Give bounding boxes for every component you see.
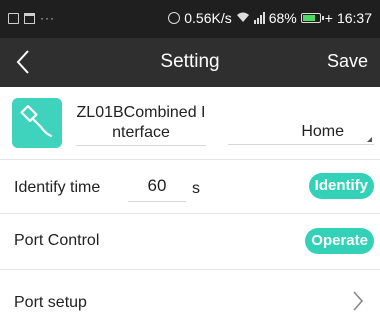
room-select-underline: [228, 144, 374, 145]
network-speed: 0.56K/s: [184, 10, 232, 26]
nav-bar: Setting Save: [0, 38, 380, 87]
status-bar: ··· 0.56K/s 68% + 16:37: [0, 0, 380, 38]
operate-button[interactable]: Operate: [305, 228, 374, 254]
device-name-underline: [76, 145, 206, 146]
identify-row: Identify time 60 s Identify: [0, 160, 380, 213]
chevron-right-icon: [352, 290, 364, 312]
room-select-value: Home: [301, 123, 344, 140]
identify-button[interactable]: Identify: [308, 173, 374, 199]
chevron-left-icon: [16, 50, 29, 74]
port-control-label: Port Control: [14, 232, 100, 249]
device-header: ZL01BCombined Interface Home: [0, 87, 380, 159]
device-name-input[interactable]: ZL01BCombined Interface: [76, 103, 206, 143]
room-select[interactable]: Home: [228, 111, 374, 145]
identify-time-label: Identify time: [14, 179, 101, 196]
battery-level: [302, 15, 315, 21]
port-setup-row[interactable]: Port setup: [0, 270, 380, 333]
port-control-row: Port Control Operate: [0, 214, 380, 269]
status-time: 16:37: [336, 10, 372, 26]
status-bar-left: ···: [8, 11, 55, 25]
back-button[interactable]: [14, 48, 42, 78]
battery-icon: [300, 13, 324, 23]
dropdown-corner-icon: [367, 137, 372, 142]
identify-time-input[interactable]: 60: [128, 176, 186, 200]
port-setup-label: Port setup: [14, 294, 87, 311]
identify-time-unit: s: [192, 180, 200, 197]
save-button[interactable]: Save: [327, 51, 368, 72]
more-notifications-indicator: ···: [40, 11, 55, 25]
status-bar-right: 0.56K/s 68% + 16:37: [168, 10, 372, 26]
battery-percent: 68%: [268, 10, 297, 26]
charging-icon: +: [324, 10, 333, 26]
signal-icon: [253, 12, 265, 24]
wifi-icon: [236, 11, 250, 26]
app-notification-icon: [24, 12, 35, 24]
identify-time-underline: [128, 201, 186, 202]
alarm-clock-icon: [168, 12, 181, 24]
gallery-notification-icon: [8, 12, 19, 24]
page-title: Setting: [160, 51, 220, 72]
usb-plug-icon: [12, 98, 62, 148]
